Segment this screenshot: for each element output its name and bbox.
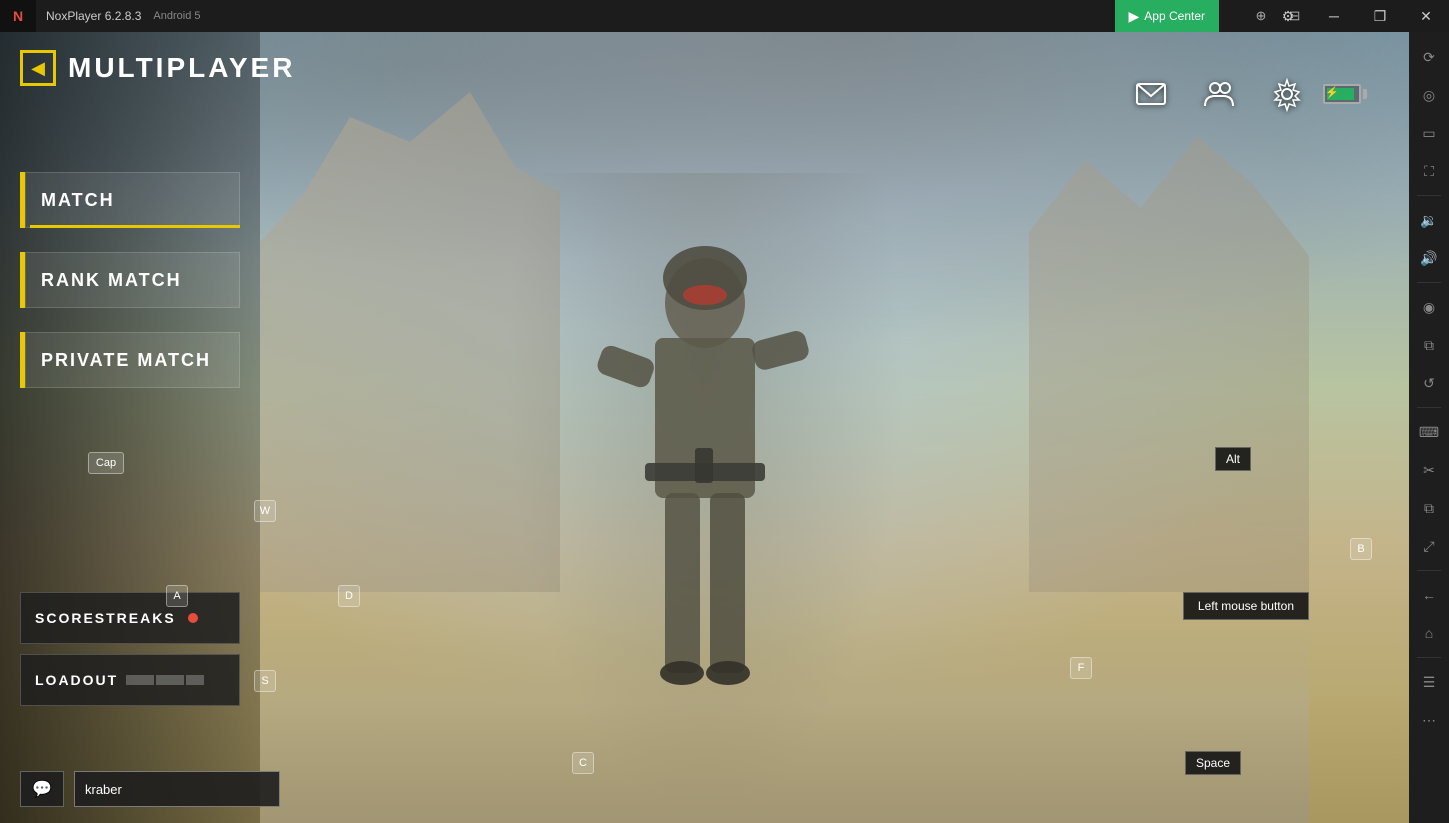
sidebar-divider-4: [1417, 570, 1441, 571]
sidebar-fullscreen-button[interactable]: ⛶: [1412, 154, 1446, 188]
sidebar-resize-button[interactable]: ⤢: [1412, 529, 1446, 563]
key-hint-b: B: [1350, 538, 1372, 560]
battery-tip: [1363, 89, 1367, 99]
nav-title: ◀ MULTIPLAYER: [20, 50, 295, 86]
settings-game-button[interactable]: [1265, 72, 1309, 116]
sidebar-rotate-button[interactable]: ⟳: [1412, 40, 1446, 74]
close-button[interactable]: ✕: [1403, 0, 1449, 32]
key-hint-cap: Cap: [88, 452, 124, 474]
key-hint-w: W: [254, 500, 276, 522]
sidebar-divider-2: [1417, 282, 1441, 283]
battery-indicator: ⚡: [1315, 72, 1375, 116]
nox-logo-icon: N: [13, 8, 23, 24]
sidebar-menu-button[interactable]: ☰: [1412, 665, 1446, 699]
sidebar-screen-button[interactable]: ▭: [1412, 116, 1446, 150]
sidebar-multi-button[interactable]: ⧉: [1412, 328, 1446, 362]
sidebar-screenshot-button[interactable]: ◉: [1412, 290, 1446, 324]
app-name: NoxPlayer 6.2.8.3: [46, 9, 141, 23]
sidebar-vol-down-button[interactable]: 🔉: [1412, 203, 1446, 237]
sidebar-divider-5: [1417, 657, 1441, 658]
soldier-svg: [545, 223, 865, 823]
game-area: ◀ MULTIPLAYER MATCH RANK MATCH PRIVATE M…: [0, 32, 1409, 823]
chat-area: 💬 kraber: [20, 771, 280, 807]
page-title: MULTIPLAYER: [68, 52, 295, 84]
sidebar-divider-1: [1417, 195, 1441, 196]
tooltip-space: Space: [1185, 751, 1241, 775]
tooltip-alt: Alt: [1215, 447, 1251, 471]
sidebar-divider-3: [1417, 407, 1441, 408]
sidebar-refresh-button[interactable]: ↺: [1412, 366, 1446, 400]
app-center-button[interactable]: ▶ App Center: [1115, 0, 1219, 32]
android-version: Android 5: [153, 10, 200, 22]
window-controls: ⚙ ─ ❐ ✕: [1265, 0, 1449, 32]
sidebar-keyboard-button[interactable]: ⌨: [1412, 415, 1446, 449]
charging-icon: ⚡: [1325, 86, 1339, 99]
back-button[interactable]: ◀: [20, 50, 56, 86]
key-hint-s: S: [254, 670, 276, 692]
key-hint-a: A: [166, 585, 188, 607]
menu-item-rank-match[interactable]: RANK MATCH: [20, 252, 240, 308]
sidebar-home-button[interactable]: ⌂: [1412, 616, 1446, 650]
minimize-button[interactable]: ─: [1311, 0, 1357, 32]
game-top-icons: [1129, 72, 1309, 116]
sidebar-vol-up-button[interactable]: 🔊: [1412, 241, 1446, 275]
sidebar-dots-button[interactable]: ⋯: [1412, 703, 1446, 737]
titlebar: N NoxPlayer 6.2.8.3 Android 5 ▶ App Cent…: [0, 0, 1449, 32]
key-hint-c: C: [572, 752, 594, 774]
soldier-character: [505, 173, 905, 823]
left-panel: ◀ MULTIPLAYER MATCH RANK MATCH PRIVATE M…: [0, 32, 260, 823]
sidebar-location-button[interactable]: ◎: [1412, 78, 1446, 112]
loadout-button[interactable]: LOADOUT: [20, 654, 240, 706]
loadout-bars: [126, 675, 204, 685]
sidebar-scissors-button[interactable]: ✂: [1412, 453, 1446, 487]
restore-button[interactable]: ❐: [1357, 0, 1403, 32]
mail-button[interactable]: [1129, 72, 1173, 116]
scorestreaks-button[interactable]: SCORESTREAKS: [20, 592, 240, 644]
key-hint-f: F: [1070, 657, 1092, 679]
back-arrow-icon: ◀: [31, 58, 45, 79]
notification-dot: [188, 613, 198, 623]
sidebar-back-button[interactable]: ←: [1412, 578, 1446, 612]
tooltip-lmb: Left mouse button: [1183, 592, 1309, 620]
right-sidebar: ⟳ ◎ ▭ ⛶ 🔉 🔊 ◉ ⧉ ↺ ⌨ ✂ ⧉ ⤢ ← ⌂ ☰ ⋯: [1409, 32, 1449, 823]
menu-item-private-match[interactable]: PRIVATE MATCH: [20, 332, 240, 388]
battery-body: ⚡: [1323, 84, 1361, 104]
app-center-label: App Center: [1144, 9, 1205, 23]
chat-button[interactable]: 💬: [20, 771, 64, 807]
nox-logo: N NoxPlayer 6.2.8.3 Android 5: [0, 0, 200, 32]
friends-button[interactable]: [1197, 72, 1241, 116]
username-display: kraber: [74, 771, 280, 807]
sidebar-copy-button[interactable]: ⧉: [1412, 491, 1446, 525]
key-hint-d: D: [338, 585, 360, 607]
settings-titlebar-button[interactable]: ⚙: [1265, 0, 1311, 32]
menu-item-match[interactable]: MATCH: [20, 172, 240, 228]
